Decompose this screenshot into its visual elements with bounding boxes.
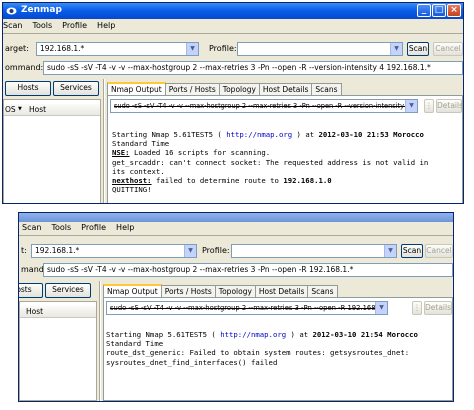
host-list-header: Host: [20, 306, 96, 318]
menu-profile[interactable]: Profile: [81, 222, 106, 234]
target-input[interactable]: 192.168.1.* ▼: [31, 244, 197, 258]
tab-scans[interactable]: Scans: [311, 83, 342, 95]
cancel-button[interactable]: Cancel: [433, 42, 463, 56]
menu-tools[interactable]: Tools: [51, 222, 71, 234]
profile-label: Profile:: [209, 44, 237, 53]
profile-label: Profile:: [202, 246, 230, 255]
nmap-link[interactable]: http://nmap.org: [220, 330, 286, 339]
hosts-button[interactable]: osts: [19, 283, 43, 298]
menu-profile[interactable]: Profile: [62, 20, 87, 32]
target-label: t:: [21, 246, 27, 255]
tab-topology[interactable]: Topology: [214, 285, 256, 297]
details-button[interactable]: Details: [436, 99, 463, 113]
host-list-pane[interactable]: OS ▼ Host: [3, 99, 101, 203]
chevron-down-icon[interactable]: ▼: [384, 245, 396, 257]
pane-splitter[interactable]: [103, 79, 105, 203]
close-button[interactable]: ×: [447, 4, 461, 17]
nmap-output-text: Starting Nmap 5.61TEST5 ( http://nmap.or…: [112, 130, 429, 195]
chevron-down-icon[interactable]: ▼: [184, 245, 196, 257]
nmap-output-panel: sudo -sS -sV -T4 -v -v --max-hostgroup 2…: [103, 297, 453, 401]
command-label: ommand:: [5, 63, 44, 72]
nmap-link[interactable]: http://nmap.org: [226, 130, 292, 139]
output-options-handle[interactable]: ⋮: [412, 301, 422, 315]
tab-scans[interactable]: Scans: [307, 285, 338, 297]
command-value: sudo -sS -sV -T4 -v -v --max-hostgroup 2…: [47, 63, 431, 72]
title-bar[interactable]: Zenmap _ □ ×: [3, 3, 463, 19]
maximize-button[interactable]: □: [432, 4, 446, 17]
tab-host-details[interactable]: Host Details: [258, 83, 313, 95]
nmap-output-text: Starting Nmap 5.61TEST5 ( http://nmap.or…: [106, 330, 418, 367]
target-label: arget:: [5, 44, 29, 53]
zenmap-window-first: Zenmap _ □ × Scan Tools Profile Help arg…: [2, 2, 464, 204]
command-input[interactable]: sudo -sS -sV -T4 -v -v --max-hostgroup 2…: [43, 263, 453, 277]
scan-button[interactable]: Scan: [407, 42, 429, 56]
target-value: 192.168.1.*: [35, 246, 80, 255]
nmap-output-panel: sudo -sS -sV -T4 -v -v --max-hostgroup 2…: [107, 95, 463, 203]
output-scan-select[interactable]: sudo -sS -sV -T4 -v -v --max-hostgroup 2…: [106, 301, 388, 315]
menu-help[interactable]: Help: [97, 20, 115, 32]
services-button[interactable]: Services: [45, 283, 91, 298]
host-list-pane[interactable]: Host: [19, 301, 97, 401]
pane-splitter[interactable]: [99, 281, 101, 401]
title-bar[interactable]: [19, 213, 453, 222]
tab-nmap-output[interactable]: Nmap Output: [107, 82, 166, 95]
output-options-handle[interactable]: ⋮: [424, 99, 434, 113]
hosts-button[interactable]: Hosts: [5, 81, 51, 96]
tab-ports-hosts[interactable]: Ports / Hosts: [164, 83, 220, 95]
menu-divider: [19, 235, 453, 236]
profile-select[interactable]: ▼: [237, 42, 403, 56]
zenmap-eye-icon: [6, 7, 17, 15]
details-button[interactable]: Details: [424, 301, 452, 315]
output-scan-select[interactable]: sudo -sS -sV -T4 -v -v --max-hostgroup 2…: [110, 99, 418, 113]
menu-scan[interactable]: Scan: [22, 222, 41, 234]
menu-help[interactable]: Help: [116, 222, 134, 234]
host-list-header: OS ▼ Host: [4, 104, 100, 116]
host-column-header[interactable]: Host: [26, 306, 43, 317]
profile-select[interactable]: ▼: [231, 244, 397, 258]
tab-ports-hosts[interactable]: Ports / Hosts: [160, 285, 216, 297]
cancel-button[interactable]: Cancel: [425, 244, 453, 258]
chevron-down-icon[interactable]: ▼: [375, 302, 387, 314]
sort-arrow-icon: ▼: [18, 106, 22, 112]
menu-bar: Scan Tools Profile Help: [19, 222, 453, 234]
chevron-down-icon[interactable]: ▼: [390, 43, 402, 55]
tab-host-details[interactable]: Host Details: [254, 285, 309, 297]
os-column-header[interactable]: OS: [5, 104, 16, 115]
target-input[interactable]: 192.168.1.* ▼: [36, 42, 199, 56]
window-title: Zenmap: [21, 5, 62, 15]
output-scan-value: sudo -sS -sV -T4 -v -v --max-hostgroup 2…: [110, 304, 388, 312]
menu-scan[interactable]: Scan: [3, 20, 22, 32]
menu-bar: Scan Tools Profile Help: [3, 20, 463, 32]
chevron-down-icon[interactable]: ▼: [186, 43, 198, 55]
menu-divider: [3, 33, 463, 34]
command-value: sudo -sS -sV -T4 -v -v --max-hostgroup 2…: [47, 265, 354, 274]
command-input[interactable]: sudo -sS -sV -T4 -v -v --max-hostgroup 2…: [43, 61, 463, 75]
target-value: 192.168.1.*: [40, 44, 85, 53]
host-column-header[interactable]: Host: [29, 104, 46, 115]
zenmap-window-second: Scan Tools Profile Help t: 192.168.1.* ▼…: [18, 212, 454, 402]
scan-button[interactable]: Scan: [401, 244, 423, 258]
chevron-down-icon[interactable]: ▼: [405, 100, 417, 112]
menu-tools[interactable]: Tools: [32, 20, 52, 32]
tab-nmap-output[interactable]: Nmap Output: [103, 284, 162, 297]
minimize-button[interactable]: _: [417, 4, 431, 17]
output-scan-value: sudo -sS -sV -T4 -v -v --max-hostgroup 2…: [114, 102, 417, 110]
tab-topology[interactable]: Topology: [218, 83, 260, 95]
services-button[interactable]: Services: [53, 81, 99, 96]
